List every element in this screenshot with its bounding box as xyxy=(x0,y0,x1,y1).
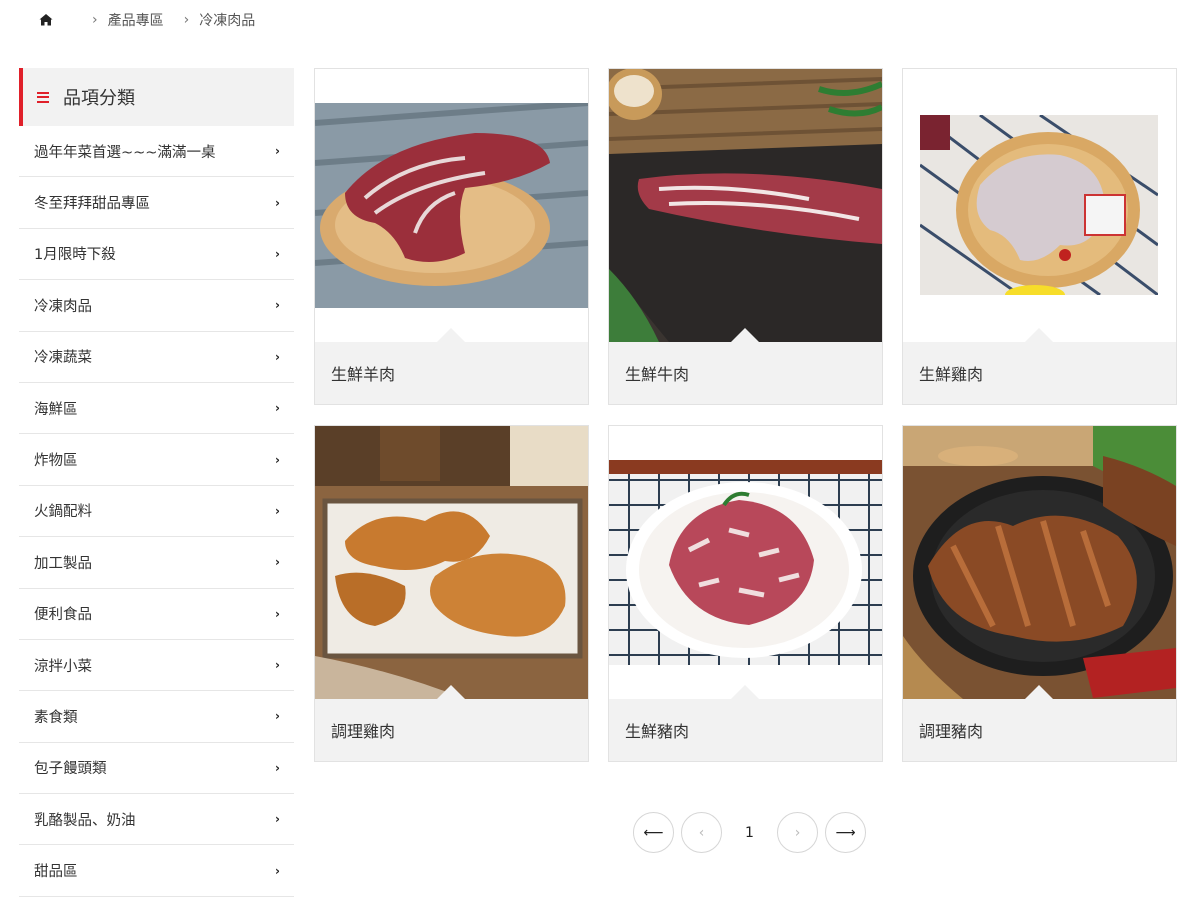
chevron-right-icon: › xyxy=(275,246,280,261)
product-card-pork[interactable]: 生鮮豬肉 xyxy=(608,425,883,762)
sidebar-category-item[interactable]: 1月限時下殺 › xyxy=(19,229,294,281)
current-page[interactable]: 1 xyxy=(729,812,770,853)
sidebar-category-item[interactable]: 冷凍蔬菜 › xyxy=(19,332,294,383)
chevron-right-icon: › xyxy=(275,812,280,827)
caption-notch xyxy=(731,328,759,342)
sidebar-category-item[interactable]: 加工製品 › xyxy=(19,537,294,589)
caption-notch xyxy=(731,685,759,699)
category-sidebar: 品項分類 過年年菜首選~~~滿滿一桌 › 冬至拜拜甜品專區 › 1月限時下殺 › 冷凍肉品 ›… xyxy=(19,68,294,897)
sidebar-category-label: 加工製品 xyxy=(34,555,92,572)
product-name: 調理雞肉 xyxy=(315,699,588,761)
sidebar-category-item[interactable]: 火鍋配料 › xyxy=(19,486,294,538)
sidebar-category-item[interactable]: 乳酪製品、奶油 › xyxy=(19,794,294,846)
sidebar-category-label: 素食類 xyxy=(34,709,78,726)
breadcrumb-separator: › xyxy=(92,12,98,28)
sidebar-category-label: 炸物區 xyxy=(34,453,78,470)
product-name: 生鮮豬肉 xyxy=(609,699,882,761)
chevron-right-icon: › xyxy=(275,349,280,364)
product-card-beef[interactable]: 生鮮牛肉 xyxy=(608,68,883,405)
prev-page-button[interactable]: ‹ xyxy=(681,812,722,853)
sidebar-category-item[interactable]: 素食類 › xyxy=(19,691,294,743)
sidebar-category-item[interactable]: 甜品區 › xyxy=(19,845,294,897)
sidebar-category-label: 過年年菜首選~~~滿滿一桌 xyxy=(34,144,216,161)
last-page-button[interactable]: ⟶ xyxy=(825,812,866,853)
sidebar-category-label: 涼拌小菜 xyxy=(34,658,92,675)
lamb-image xyxy=(315,103,588,308)
chevron-right-icon: › xyxy=(275,144,280,159)
product-card-seasoned-chicken[interactable]: 調理雞肉 xyxy=(314,425,589,762)
sidebar-header: 品項分類 xyxy=(19,68,294,126)
product-card-chicken[interactable]: 生鮮雞肉 xyxy=(902,68,1177,405)
chevron-right-icon: › xyxy=(275,863,280,878)
sidebar-category-label: 冷凍蔬菜 xyxy=(34,350,92,367)
breadcrumb-item-current: 冷凍肉品 xyxy=(199,13,256,29)
product-card-seasoned-pork[interactable]: 調理豬肉 xyxy=(902,425,1177,762)
caption-notch xyxy=(1025,328,1053,342)
chevron-right-icon: › xyxy=(275,195,280,210)
chevron-right-icon: › xyxy=(275,606,280,621)
chicken-image xyxy=(920,115,1158,295)
sidebar-category-item[interactable]: 海鮮區 › xyxy=(19,383,294,435)
caption-notch xyxy=(437,328,465,342)
chevron-right-icon: › xyxy=(275,503,280,518)
category-list: 過年年菜首選~~~滿滿一桌 › 冬至拜拜甜品專區 › 1月限時下殺 › 冷凍肉品 › 冷凍蔬菜 ›… xyxy=(19,126,294,897)
sidebar-category-label: 1月限時下殺 xyxy=(34,247,116,264)
seasoned-chicken-image xyxy=(315,426,588,699)
beef-image xyxy=(609,69,882,342)
sidebar-category-item[interactable]: 便利食品 › xyxy=(19,589,294,640)
first-page-button[interactable]: ⟵ xyxy=(633,812,674,853)
sidebar-category-label: 冷凍肉品 xyxy=(34,298,92,315)
chevron-right-icon: › xyxy=(275,298,280,313)
product-name: 生鮮牛肉 xyxy=(609,342,882,404)
sidebar-category-item[interactable]: 冬至拜拜甜品專區 › xyxy=(19,177,294,229)
sidebar-category-label: 火鍋配料 xyxy=(34,504,92,521)
breadcrumb: › 產品專區 › 冷凍肉品 xyxy=(38,8,255,32)
pork-image xyxy=(609,460,882,665)
product-name: 生鮮羊肉 xyxy=(315,342,588,404)
sidebar-category-label: 海鮮區 xyxy=(34,401,78,418)
next-page-button[interactable]: › xyxy=(777,812,818,853)
sidebar-category-label: 包子饅頭類 xyxy=(34,761,107,778)
sidebar-category-label: 冬至拜拜甜品專區 xyxy=(34,196,150,213)
sidebar-category-label: 便利食品 xyxy=(34,607,92,624)
sidebar-category-item[interactable]: 炸物區 › xyxy=(19,434,294,486)
sidebar-title: 品項分類 xyxy=(63,88,135,109)
sidebar-category-item[interactable]: 冷凍肉品 › xyxy=(19,280,294,332)
chevron-right-icon: › xyxy=(275,760,280,775)
product-name: 調理豬肉 xyxy=(903,699,1176,761)
sidebar-category-item[interactable]: 包子饅頭類 › xyxy=(19,743,294,795)
product-card-lamb[interactable]: 生鮮羊肉 xyxy=(314,68,589,405)
breadcrumb-separator: › xyxy=(183,12,190,28)
seasoned-pork-image xyxy=(903,426,1176,699)
sidebar-category-item[interactable]: 涼拌小菜 › xyxy=(19,640,294,692)
menu-icon xyxy=(37,91,49,103)
chevron-right-icon: › xyxy=(275,709,280,724)
caption-notch xyxy=(437,685,465,699)
chevron-right-icon: › xyxy=(275,555,280,570)
chevron-right-icon: › xyxy=(275,452,280,467)
pagination: ⟵ ‹ 1 › ⟶ xyxy=(633,812,873,853)
sidebar-category-label: 乳酪製品、奶油 xyxy=(34,812,136,829)
sidebar-category-item[interactable]: 過年年菜首選~~~滿滿一桌 › xyxy=(19,126,294,178)
home-icon[interactable] xyxy=(38,12,54,28)
product-name: 生鮮雞肉 xyxy=(903,342,1176,404)
sidebar-category-label: 甜品區 xyxy=(34,864,78,881)
breadcrumb-item-products[interactable]: 產品專區 xyxy=(108,10,164,30)
caption-notch xyxy=(1025,685,1053,699)
chevron-right-icon: › xyxy=(275,658,280,673)
chevron-right-icon: › xyxy=(275,401,280,416)
